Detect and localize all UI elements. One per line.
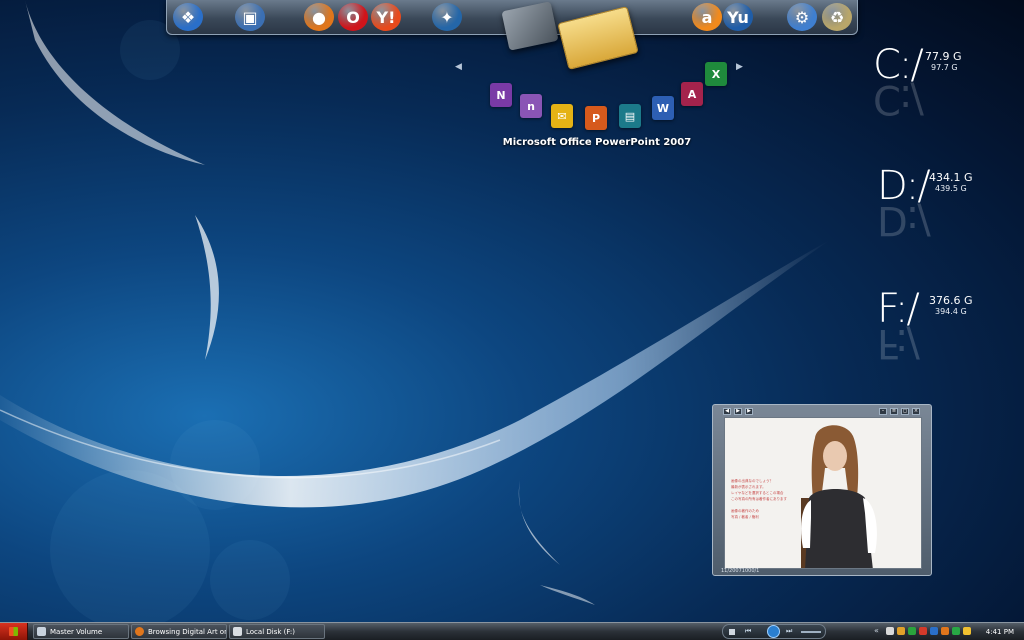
drive-gauge-d: D:/ D:/ 434.1 G 439.5 G [877,163,997,243]
tray-icon[interactable] [886,627,894,635]
task-label: Local Disk (F:) [246,627,295,636]
tray-icon[interactable] [963,627,971,635]
drive-gauge-f: F:/ F:/ 376.6 G 394.4 G [877,286,997,366]
volume-slider-icon[interactable] [801,631,821,633]
drive-letter-reflection: D:/ [877,197,929,243]
play-photo-button[interactable]: ▶ [734,408,742,415]
taskbar-task-firefox[interactable]: Browsing Digital Art on... [131,624,227,639]
drive-total-space: 394.4 G [935,307,967,316]
yahoo-messenger-icon[interactable]: Y! [371,3,401,31]
taskbar-task-master-volume[interactable]: Master Volume [33,624,129,639]
onenote-icon[interactable]: N [490,83,512,107]
drive-letter-reflection: C:/ [873,76,922,122]
firefox-icon [135,627,144,636]
excel-icon[interactable]: X [705,62,727,86]
drive-icon [233,627,242,636]
bokeh-circle [210,540,290,620]
yu-app-icon[interactable]: Yu [723,3,753,31]
widget-close-button[interactable]: × [912,408,920,415]
word-icon[interactable]: W [652,96,674,120]
control-panel-icon[interactable]: ⚙ [787,3,817,31]
widget-minimize-button[interactable]: – [879,408,887,415]
fan-prev-arrow-icon[interactable]: ◀ [455,62,462,72]
firefox-icon[interactable]: ● [304,3,334,31]
tray-icon[interactable] [941,627,949,635]
my-computer-icon[interactable]: ▣ [235,3,265,31]
next-track-icon[interactable]: ⏭ [786,627,792,636]
recycle-bin-icon[interactable]: ♻ [822,3,852,31]
task-label: Browsing Digital Art on... [148,627,227,636]
stop-icon[interactable] [729,629,735,635]
tray-icon[interactable] [919,627,927,635]
drive-used-space: 376.6 G [929,294,973,307]
widget-pin-button[interactable]: ◻ [901,408,909,415]
drive-letter-reflection: F:/ [877,320,918,366]
prev-photo-button[interactable]: ◀ [723,408,731,415]
windows-flag-icon [9,627,18,636]
access-icon[interactable]: A [681,82,703,106]
fan-next-arrow-icon[interactable]: ▶ [736,62,743,72]
windows-start-orb-icon[interactable]: ❖ [173,3,203,31]
infopath-icon[interactable]: n [520,94,542,118]
drive-total-space: 97.7 G [931,63,958,72]
system-tray: « 4:41 PM [872,624,1024,639]
drive-used-space: 434.1 G [929,171,973,184]
network-signal-icon[interactable] [952,627,960,635]
widget-settings-button[interactable]: ≡ [890,408,898,415]
previous-track-icon[interactable]: ⏮ [745,627,751,636]
publisher-icon[interactable]: ▤ [619,104,641,128]
outlook-icon[interactable]: ✉ [551,104,573,128]
drive-used-space: 77.9 G [925,50,962,63]
network-globe-icon[interactable]: ✦ [432,3,462,31]
fan-hover-label: Microsoft Office PowerPoint 2007 [502,137,692,148]
photo-slideshow-widget[interactable]: ◀ ▶ ▶ – ≡ ◻ × 画像の出典なのでしょう？ 最新が表示されます。 レイ… [712,404,932,576]
photo-overlay-text: 画像の出典なのでしょう？ 最新が表示されます。 レイヤなどを選択するとこの場合 … [731,478,787,520]
start-button[interactable] [0,623,28,640]
tray-icon[interactable] [930,627,938,635]
tray-icon[interactable] [897,627,905,635]
powerpoint-icon[interactable]: P [585,106,607,130]
taskbar: Master Volume Browsing Digital Art on...… [0,622,1024,640]
photo-caption: 11/20071000/1 [721,568,760,574]
taskbar-task-local-disk[interactable]: Local Disk (F:) [229,624,325,639]
photo-frame: 画像の出典なのでしょう？ 最新が表示されます。 レイヤなどを選択するとこの場合 … [724,417,922,569]
next-photo-button[interactable]: ▶ [745,408,753,415]
drive-total-space: 439.5 G [935,184,967,193]
volume-icon [37,627,46,636]
tray-expand-icon[interactable]: « [874,626,879,635]
avast-antivirus-icon[interactable]: a [692,3,722,31]
play-button-icon[interactable] [767,625,780,638]
opera-icon[interactable]: O [338,3,368,31]
stack-tile-back[interactable] [501,1,559,51]
bokeh-circle [170,420,260,510]
media-player-toolbar[interactable]: ⏮ ⏭ [722,624,826,639]
taskbar-clock[interactable]: 4:41 PM [986,628,1014,636]
task-label: Master Volume [50,627,103,636]
drive-gauge-c: C:/ C:/ 77.9 G 97.7 G [873,42,993,122]
overlay-line: この写真の所有は著作者にあります [731,497,787,501]
tray-icon[interactable] [908,627,916,635]
overlay-line: 写真 / 著者 / 権利 [731,515,759,519]
